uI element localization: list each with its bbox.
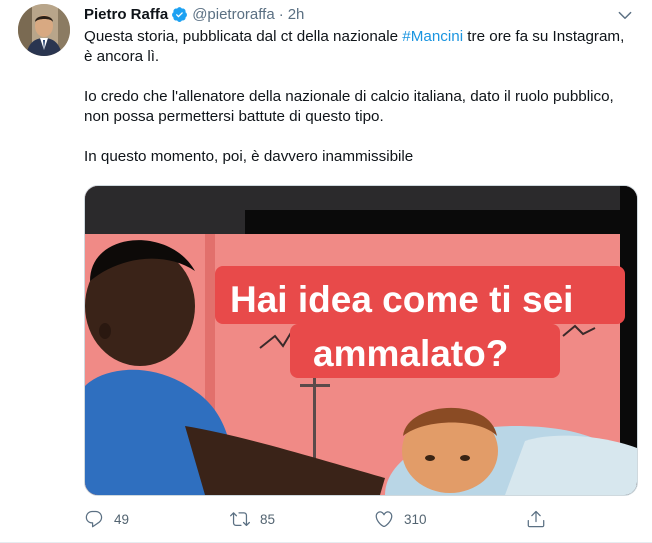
tweet-header: Pietro Raffa @pietroraffa · 2h bbox=[84, 4, 304, 24]
paragraph-1-start: Questa storia, pubblicata dal ct della n… bbox=[84, 28, 403, 45]
retweet-icon bbox=[230, 512, 250, 527]
share-icon bbox=[527, 510, 545, 528]
tweet-text: Questa storia, pubblicata dal ct della n… bbox=[84, 27, 629, 167]
retweet-button[interactable]: 85 bbox=[230, 506, 275, 532]
heart-icon bbox=[375, 511, 393, 528]
tweet-actions: 49 85 310 bbox=[84, 506, 564, 532]
reply-icon bbox=[85, 510, 103, 528]
tweet-media-image[interactable]: Hai idea come ti sei ammalato? bbox=[84, 185, 638, 496]
reply-button[interactable]: 49 bbox=[84, 506, 129, 532]
share-button[interactable] bbox=[526, 506, 546, 532]
timestamp[interactable]: 2h bbox=[288, 6, 305, 23]
media-caption-line-1: Hai idea come ti sei bbox=[230, 279, 573, 320]
chevron-down-icon[interactable] bbox=[616, 6, 634, 24]
reply-count: 49 bbox=[114, 511, 130, 527]
like-button[interactable]: 310 bbox=[374, 506, 427, 532]
like-count: 310 bbox=[404, 511, 427, 527]
author-name[interactable]: Pietro Raffa bbox=[84, 6, 168, 23]
retweet-count: 85 bbox=[260, 511, 276, 527]
tweet-paragraph-1: Questa storia, pubblicata dal ct della n… bbox=[84, 27, 629, 67]
separator-dot: · bbox=[278, 5, 284, 23]
avatar[interactable] bbox=[18, 4, 70, 56]
tweet-paragraph-2: Io credo che l'allenatore della nazional… bbox=[84, 88, 614, 125]
tweet-paragraph-3: In questo momento, poi, è davvero inammi… bbox=[84, 148, 414, 165]
hashtag-link[interactable]: #Mancini bbox=[402, 28, 463, 45]
tweet[interactable]: Pietro Raffa @pietroraffa · 2h Questa st… bbox=[0, 0, 652, 543]
verified-badge-icon bbox=[171, 6, 188, 23]
author-handle[interactable]: @pietroraffa bbox=[192, 6, 275, 23]
media-caption-line-2: ammalato? bbox=[313, 333, 508, 374]
